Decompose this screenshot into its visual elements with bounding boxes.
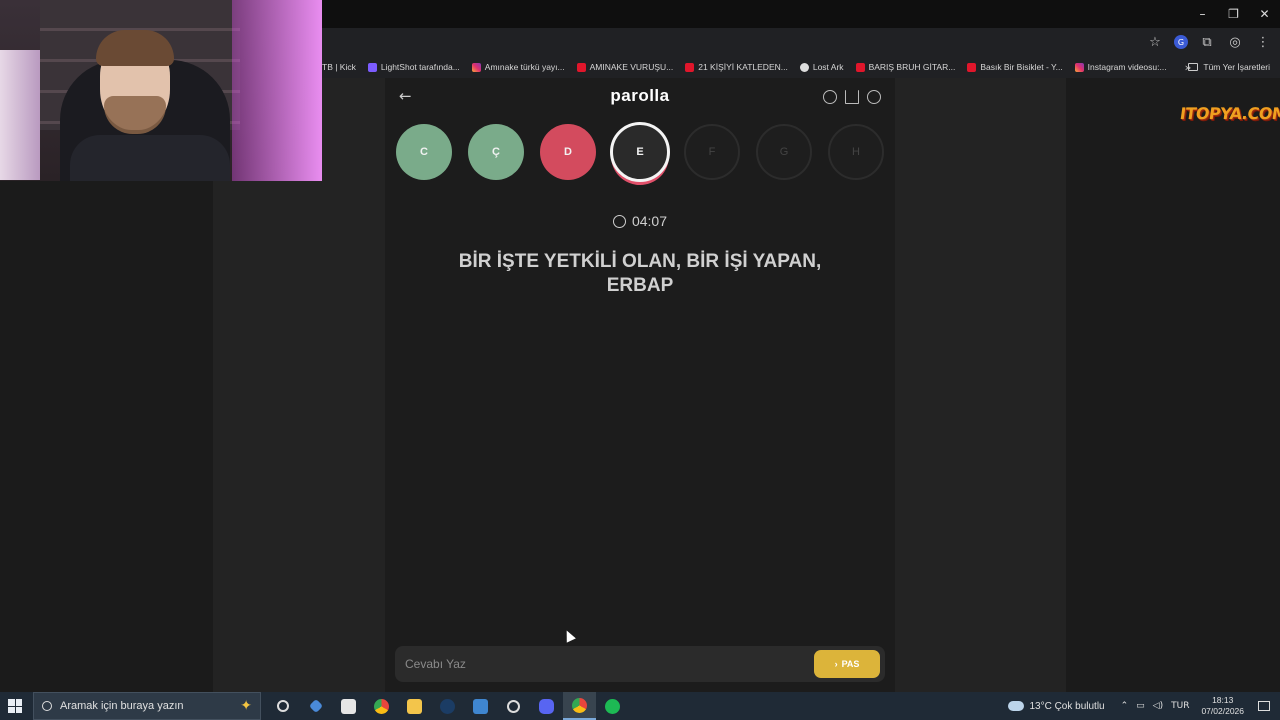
bookmark-label: 21 KİŞİYİ KATLEDEN...	[698, 62, 788, 72]
bookmark-label: Amınake türkü yayı...	[484, 62, 565, 72]
itopya-watermark: ITOPYA.COM	[1178, 104, 1280, 123]
bookmark-item[interactable]: 21 KİŞİYİ KATLEDEN...	[685, 62, 788, 72]
page-far-right	[1066, 78, 1280, 692]
bookmark-item[interactable]: Lost Ark	[799, 62, 844, 72]
extensions-puzzle-icon[interactable]: ⧉	[1198, 33, 1216, 51]
chrome-active-icon[interactable]	[563, 692, 596, 720]
copilot-sparkle-icon[interactable]: ✦	[240, 698, 252, 714]
steam-icon[interactable]	[431, 692, 464, 720]
youtube-icon	[685, 62, 695, 72]
game-header: ← parolla	[385, 78, 895, 116]
letter-g-pending: G	[756, 124, 812, 180]
youtube-icon	[855, 62, 865, 72]
letter-c-correct: C	[396, 124, 452, 180]
minimize-button[interactable]: –	[1187, 0, 1218, 28]
task-view-icon[interactable]	[266, 692, 299, 720]
bookmark-label: Instagram videosu:...	[1087, 62, 1167, 72]
chrome-icon[interactable]	[365, 692, 398, 720]
letter-cc-correct: Ç	[468, 124, 524, 180]
answer-bar: › PAS	[395, 646, 885, 682]
menu-kebab-icon[interactable]: ⋮	[1254, 33, 1272, 51]
pass-label: PAS	[841, 659, 860, 669]
stats-icon[interactable]	[845, 90, 859, 104]
chevron-right-icon: ›	[834, 659, 838, 669]
taskbar-clock[interactable]: 18:13 07/02/2026	[1201, 695, 1244, 717]
weather-widget[interactable]: 13°C Çok bulutlu	[1008, 700, 1105, 712]
instagram-icon	[1074, 62, 1084, 72]
bookmark-label: LightShot tarafında...	[380, 62, 460, 72]
parolla-logo: parolla	[610, 86, 670, 105]
bookmark-item[interactable]: TB | Kick	[322, 62, 356, 72]
profile-icon[interactable]: ◎	[1226, 33, 1244, 51]
webcam-person-body	[70, 135, 230, 181]
instagram-icon	[471, 62, 481, 72]
parolla-game: ← parolla C Ç D E F G H 04:07 BİR İŞTE Y…	[385, 78, 895, 692]
close-window-button[interactable]: ✕	[1249, 0, 1280, 28]
bookmark-star-icon[interactable]: ☆	[1146, 33, 1164, 51]
restore-button[interactable]: ❐	[1218, 0, 1249, 28]
webcam-person-hair	[96, 30, 174, 66]
folder-icon	[1188, 63, 1199, 71]
all-bookmarks-button[interactable]: Tüm Yer İşaretleri	[1188, 56, 1270, 78]
file-explorer-icon[interactable]	[398, 692, 431, 720]
letter-d-wrong: D	[540, 124, 596, 180]
bookmark-label: BARIŞ BRUH GİTAR...	[868, 62, 956, 72]
bookmark-item[interactable]: LightShot tarafında...	[367, 62, 460, 72]
weather-text: 13°C Çok bulutlu	[1029, 700, 1105, 712]
app-icon-speedometer[interactable]	[497, 692, 530, 720]
windows-taskbar: Aramak için buraya yazın ✦ 13°C Çok bulu…	[0, 692, 1280, 720]
letter-wheel: C Ç D E F G H	[395, 122, 885, 184]
language-indicator[interactable]: TUR	[1171, 701, 1189, 711]
webcam-lamp	[0, 50, 40, 180]
letter-e-active: E	[610, 122, 670, 182]
extension-badge-icon[interactable]: G	[1174, 35, 1188, 49]
webcam-pink-light	[232, 0, 322, 181]
bookmark-item[interactable]: Amınake türkü yayı...	[471, 62, 565, 72]
timer: 04:07	[385, 213, 895, 229]
system-tray: 13°C Çok bulutlu ⌃ ▭ ◁) TUR 18:13 07/02/…	[1008, 692, 1280, 720]
bookmark-label: Lost Ark	[812, 62, 844, 72]
taskbar-search-placeholder: Aramak için buraya yazın	[60, 700, 184, 712]
notification-icon[interactable]	[1258, 701, 1270, 711]
spotify-icon[interactable]	[596, 692, 629, 720]
discord-icon[interactable]	[530, 692, 563, 720]
all-bookmarks-label: Tüm Yer İşaretleri	[1203, 62, 1270, 72]
bookmark-label: TB | Kick	[322, 62, 356, 72]
network-icon[interactable]: ▭	[1136, 701, 1145, 711]
bookmark-item[interactable]: BARIŞ BRUH GİTAR...	[855, 62, 956, 72]
clock-icon	[612, 214, 626, 228]
cloud-icon	[1008, 701, 1025, 711]
store-icon[interactable]	[332, 692, 365, 720]
bookmark-item[interactable]: Instagram videosu:...	[1074, 62, 1167, 72]
user-icon[interactable]	[867, 90, 881, 104]
timer-value: 04:07	[631, 213, 668, 229]
webcam-overlay	[0, 0, 322, 181]
answer-input[interactable]	[395, 646, 805, 682]
app-icon-blue[interactable]	[299, 692, 332, 720]
windows-start-icon[interactable]	[8, 699, 22, 713]
volume-icon[interactable]: ◁)	[1153, 701, 1163, 711]
youtube-icon	[576, 62, 586, 72]
letter-f-pending: F	[684, 124, 740, 180]
youtube-icon	[967, 62, 977, 72]
bookmark-label: AMINAKE VURUŞU...	[589, 62, 674, 72]
app-icon-blue-2[interactable]	[464, 692, 497, 720]
tray-chevron-icon[interactable]: ⌃	[1121, 701, 1129, 711]
clock-time: 18:13	[1212, 695, 1234, 705]
taskbar-search[interactable]: Aramak için buraya yazın ✦	[33, 692, 261, 720]
question-text: BİR İŞTE YETKİLİ OLAN, BİR İŞİ YAPAN, ER…	[458, 251, 822, 296]
lost-ark-icon	[799, 62, 809, 72]
letter-h-pending: H	[828, 124, 884, 180]
info-icon[interactable]	[823, 90, 837, 104]
lightshot-icon	[367, 62, 377, 72]
bookmark-item[interactable]: Basık Bir Bisiklet - Y...	[967, 62, 1063, 72]
search-icon	[42, 701, 52, 711]
bookmark-item[interactable]: AMINAKE VURUŞU...	[576, 62, 674, 72]
clock-date: 07/02/2026	[1201, 706, 1244, 716]
bookmark-label: Basık Bir Bisiklet - Y...	[980, 62, 1063, 72]
pass-button[interactable]: › PAS	[814, 650, 880, 678]
page-right-gutter	[895, 78, 1066, 692]
